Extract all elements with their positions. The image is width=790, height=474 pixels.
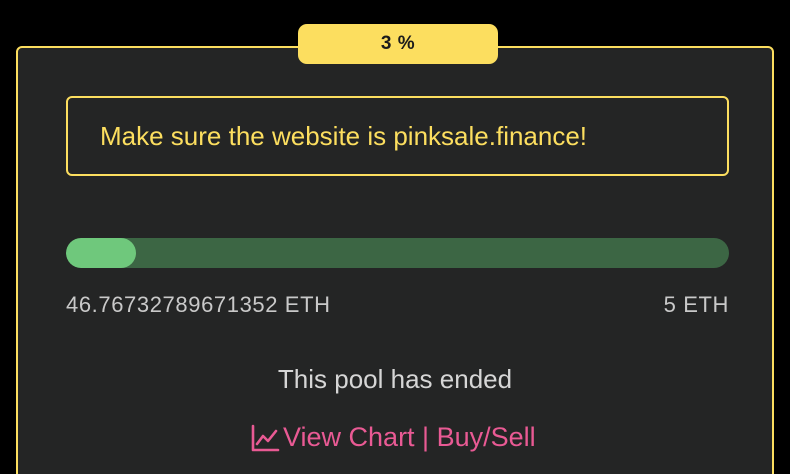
- target-amount: 5 ETH: [663, 292, 729, 317]
- line-chart-icon: [250, 423, 280, 453]
- website-warning-text: Make sure the website is pinksale.financ…: [100, 120, 588, 151]
- pool-card-view: 3 % Make sure the website is pinksale.fi…: [0, 0, 790, 474]
- percentage-badge-label: 3 %: [380, 33, 416, 54]
- view-chart-link[interactable]: View Chart | Buy/Sell: [250, 422, 536, 453]
- website-warning-box: Make sure the website is pinksale.financ…: [66, 96, 729, 176]
- progress-bar-fill: [66, 238, 137, 268]
- view-chart-label: View Chart | Buy/Sell: [283, 422, 536, 452]
- pool-status-text: This pool has ended: [277, 364, 513, 394]
- raised-amount: 46.76732789671352 ETH: [66, 292, 331, 317]
- progress-bar: [66, 238, 729, 268]
- percentage-badge: 3 %: [298, 24, 498, 64]
